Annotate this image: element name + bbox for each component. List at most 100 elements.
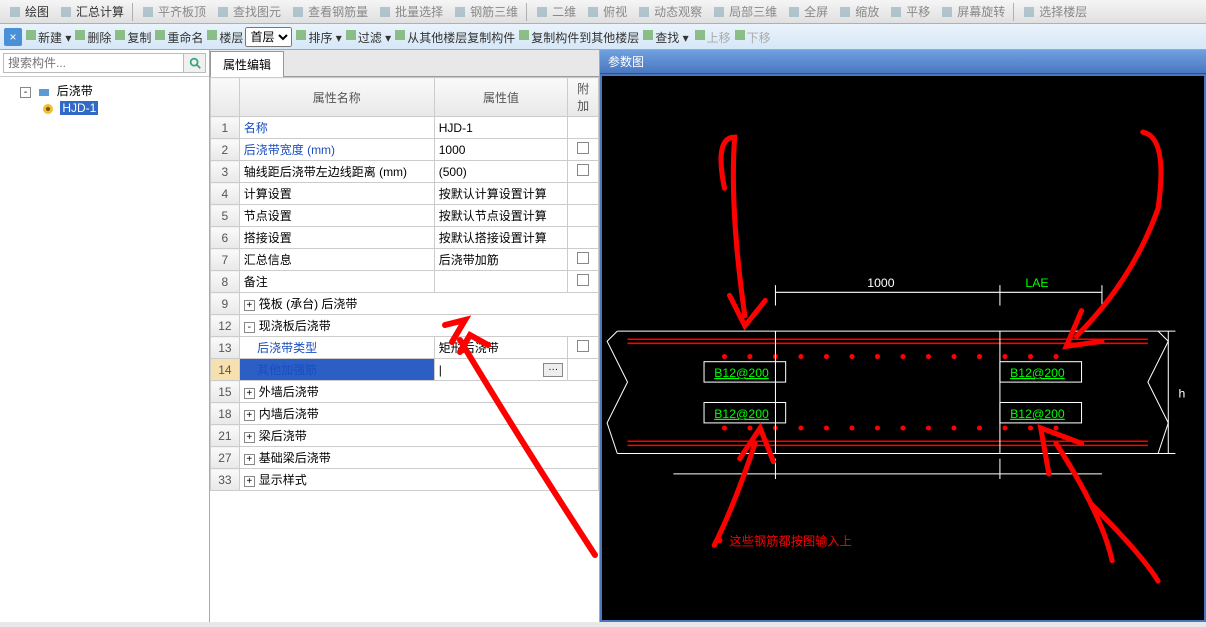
sum-icon[interactable]: 汇总计算 bbox=[55, 1, 128, 22]
view-rebar-icon bbox=[291, 5, 305, 19]
table-row[interactable]: 13 后浇带类型矩形后浇带 bbox=[211, 337, 599, 359]
table-row[interactable]: 9+筏板 (承台) 后浇带 bbox=[211, 293, 599, 315]
table-row[interactable]: 12-现浇板后浇带 bbox=[211, 315, 599, 337]
cad-viewport[interactable]: 1000 LAE bbox=[602, 76, 1204, 620]
rename-icon bbox=[153, 28, 167, 42]
new-icon[interactable]: 新建 ▾ bbox=[24, 28, 71, 46]
rebar-label-tr: B12@200 bbox=[1010, 366, 1065, 380]
expand-icon[interactable]: + bbox=[244, 476, 255, 487]
rebar-3d-icon bbox=[453, 5, 467, 19]
dim-lae: LAE bbox=[1025, 276, 1048, 290]
del-icon bbox=[73, 28, 87, 42]
scr-rot-icon[interactable]: 屏幕旋转 bbox=[936, 1, 1009, 22]
diagram-panel: 参数图 1000 LAE bbox=[600, 50, 1206, 622]
table-row[interactable]: 15+外墙后浇带 bbox=[211, 381, 599, 403]
col-name: 属性名称 bbox=[239, 78, 434, 117]
table-row[interactable]: 1名称HJD-1 bbox=[211, 117, 599, 139]
table-row[interactable]: 6搭接设置按默认搭接设置计算 bbox=[211, 227, 599, 249]
move-up-icon[interactable]: 上移 bbox=[693, 28, 731, 46]
component-tree-panel: - 后浇带 HJD-1 bbox=[0, 50, 210, 622]
fullscreen-icon bbox=[787, 5, 801, 19]
view-rebar-icon[interactable]: 查看钢筋量 bbox=[287, 1, 372, 22]
checkbox[interactable] bbox=[577, 274, 589, 286]
checkbox[interactable] bbox=[577, 142, 589, 154]
dyn-obs-icon[interactable]: 动态观察 bbox=[633, 1, 706, 22]
zoom-icon[interactable]: 缩放 bbox=[834, 1, 883, 22]
checkbox[interactable] bbox=[577, 252, 589, 264]
copy-to-icon bbox=[517, 28, 531, 42]
expand-icon[interactable]: + bbox=[244, 300, 255, 311]
col-value: 属性值 bbox=[434, 78, 567, 117]
rebar-3d-icon[interactable]: 钢筋三维 bbox=[449, 1, 522, 22]
property-panel: 属性编辑 属性名称 属性值 附加 1名称HJD-12后浇带宽度 (mm)1000… bbox=[210, 50, 600, 622]
minus-icon[interactable]: - bbox=[20, 87, 31, 98]
tab-property-edit[interactable]: 属性编辑 bbox=[210, 51, 284, 77]
table-row[interactable]: 27+基础梁后浇带 bbox=[211, 447, 599, 469]
rebar-label-br: B12@200 bbox=[1010, 407, 1065, 421]
copy-icon[interactable]: 复制 bbox=[113, 28, 151, 46]
table-row[interactable]: 5节点设置按默认节点设置计算 bbox=[211, 205, 599, 227]
table-row[interactable]: 33+显示样式 bbox=[211, 469, 599, 491]
batch-sel-icon[interactable]: 批量选择 bbox=[374, 1, 447, 22]
table-row[interactable]: 4计算设置按默认计算设置计算 bbox=[211, 183, 599, 205]
table-row[interactable]: 7汇总信息后浇带加筋 bbox=[211, 249, 599, 271]
pan-icon bbox=[889, 5, 903, 19]
copy-from-icon[interactable]: 从其他楼层复制构件 bbox=[393, 28, 515, 46]
new-icon bbox=[24, 28, 38, 42]
local-3d-icon[interactable]: 局部三维 bbox=[708, 1, 781, 22]
find-yuan-icon bbox=[216, 5, 230, 19]
expand-icon[interactable]: + bbox=[244, 388, 255, 399]
copy-from-icon bbox=[393, 28, 407, 42]
floor-select[interactable]: 首层 bbox=[245, 27, 292, 47]
find-icon[interactable]: 查找 ▾ bbox=[641, 28, 688, 46]
tree-root-item[interactable]: - 后浇带 bbox=[6, 81, 203, 100]
pan-icon[interactable]: 平移 bbox=[885, 1, 934, 22]
table-row[interactable]: 8备注 bbox=[211, 271, 599, 293]
draw-icon[interactable]: 绘图 bbox=[4, 1, 53, 22]
local-3d-icon bbox=[712, 5, 726, 19]
find-yuan-icon[interactable]: 查找图元 bbox=[212, 1, 285, 22]
floor-label[interactable]: 楼层 bbox=[205, 28, 243, 46]
flat-top-icon[interactable]: 平齐板顶 bbox=[137, 1, 210, 22]
move-down-icon[interactable]: 下移 bbox=[733, 28, 771, 46]
move-down-icon bbox=[733, 28, 747, 42]
tree-child-item[interactable]: HJD-1 bbox=[6, 100, 203, 116]
expand-icon[interactable]: + bbox=[244, 410, 255, 421]
ellipsis-button[interactable]: ··· bbox=[543, 363, 563, 377]
search-button[interactable] bbox=[184, 53, 206, 73]
table-row[interactable]: 21+梁后浇带 bbox=[211, 425, 599, 447]
search-input[interactable] bbox=[3, 53, 184, 73]
checkbox[interactable] bbox=[577, 164, 589, 176]
expand-icon[interactable]: - bbox=[244, 322, 255, 333]
rename-icon[interactable]: 重命名 bbox=[153, 28, 203, 46]
table-row[interactable]: 14 其他加强筋|··· bbox=[211, 359, 599, 381]
expand-icon[interactable]: + bbox=[244, 432, 255, 443]
table-row[interactable]: 3轴线距后浇带左边线距离 (mm)(500) bbox=[211, 161, 599, 183]
tree-root-label: 后浇带 bbox=[57, 84, 93, 98]
table-row[interactable]: 18+内墙后浇带 bbox=[211, 403, 599, 425]
flat-top-icon bbox=[141, 5, 155, 19]
red-annotation-text: 这些钢筋都按图输入上 bbox=[730, 533, 852, 548]
dyn-obs-icon bbox=[637, 5, 651, 19]
batch-sel-icon bbox=[378, 5, 392, 19]
move-up-icon bbox=[693, 28, 707, 42]
filter-icon[interactable]: 过滤 ▾ bbox=[344, 28, 391, 46]
close-panel-button[interactable]: × bbox=[4, 28, 22, 46]
filter-icon bbox=[344, 28, 358, 42]
topview-icon[interactable]: 俯视 bbox=[582, 1, 631, 22]
property-table[interactable]: 属性名称 属性值 附加 1名称HJD-12后浇带宽度 (mm)10003轴线距后… bbox=[210, 77, 599, 622]
sort-icon[interactable]: 排序 ▾ bbox=[294, 28, 341, 46]
table-row[interactable]: 2后浇带宽度 (mm)1000 bbox=[211, 139, 599, 161]
sel-floor-icon bbox=[1022, 5, 1036, 19]
2d-icon[interactable]: 二维 bbox=[531, 1, 580, 22]
component-tree[interactable]: - 后浇带 HJD-1 bbox=[0, 77, 209, 622]
del-icon[interactable]: 删除 bbox=[73, 28, 111, 46]
checkbox[interactable] bbox=[577, 340, 589, 352]
expand-icon[interactable]: + bbox=[244, 454, 255, 465]
fullscreen-icon[interactable]: 全屏 bbox=[783, 1, 832, 22]
sel-floor-icon[interactable]: 选择楼层 bbox=[1018, 1, 1091, 22]
copy-to-icon[interactable]: 复制构件到其他楼层 bbox=[517, 28, 639, 46]
topview-icon bbox=[586, 5, 600, 19]
draw-icon bbox=[8, 5, 22, 19]
scr-rot-icon bbox=[940, 5, 954, 19]
